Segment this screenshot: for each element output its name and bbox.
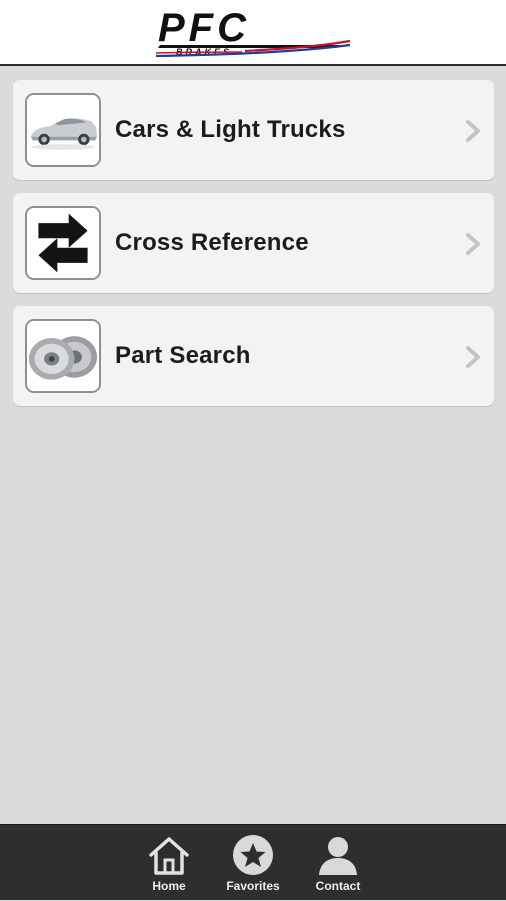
star-icon <box>233 835 273 875</box>
tab-favorites[interactable]: Favorites <box>213 825 293 901</box>
chevron-right-icon <box>466 346 480 368</box>
tab-label: Home <box>152 879 186 893</box>
menu-item-part-search[interactable]: Part Search <box>13 306 494 406</box>
chevron-right-icon <box>466 120 480 142</box>
pfc-brakes-logo: PFC BRAKES <box>155 7 351 58</box>
person-icon <box>319 837 357 875</box>
logo-main-text: PFC <box>158 7 250 50</box>
brake-rotor-icon <box>25 319 101 393</box>
car-icon <box>25 93 101 167</box>
chevron-right-icon <box>466 233 480 255</box>
menu-item-label: Part Search <box>115 342 251 369</box>
tab-label: Contact <box>315 879 361 893</box>
menu-item-label: Cross Reference <box>115 229 309 256</box>
menu-item-cross-reference[interactable]: Cross Reference <box>13 193 494 293</box>
menu-item-cars-light-trucks[interactable]: Cars & Light Trucks <box>13 80 494 180</box>
menu-item-label: Cars & Light Trucks <box>115 116 346 143</box>
bottom-tab-bar: Home Favorites Contact <box>0 824 506 900</box>
app-header: PFC BRAKES <box>0 0 506 66</box>
home-icon <box>149 837 189 875</box>
tab-contact[interactable]: Contact <box>298 825 378 901</box>
main-menu: Cars & Light Trucks Cross Reference Part… <box>13 80 494 419</box>
tab-home[interactable]: Home <box>129 825 209 901</box>
tab-label: Favorites <box>226 879 280 893</box>
swap-arrows-icon <box>25 206 101 280</box>
